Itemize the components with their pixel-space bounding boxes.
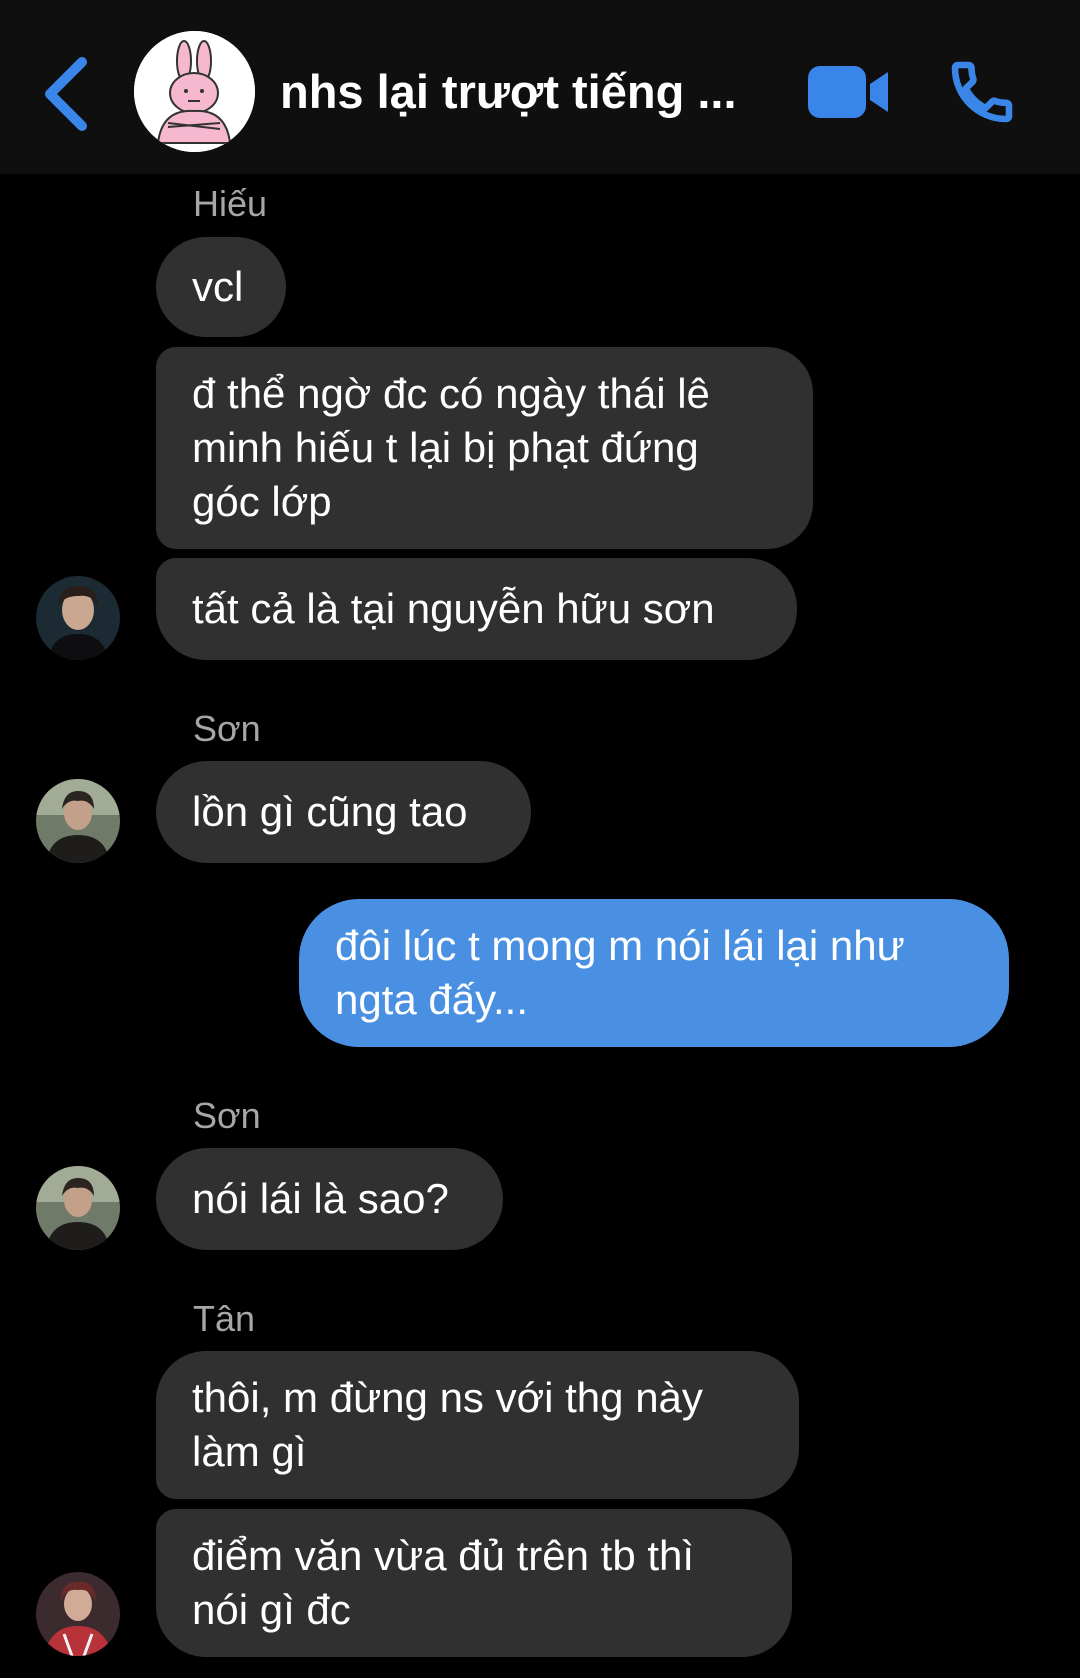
avatar-son[interactable] [36,1166,120,1250]
message-text: thôi, m đừng ns với thg này làm gì [192,1374,703,1475]
message-bubble[interactable]: tất cả là tại nguyễn hữu sơn [156,558,797,660]
sender-name: Sơn [193,1095,261,1136]
message-bubble[interactable]: thôi, m đừng ns với thg này làm gì [156,1351,799,1499]
avatar-son[interactable] [36,779,120,863]
avatar-photo-icon [36,1572,120,1656]
message-bubble[interactable]: nói lái là sao? [156,1148,503,1250]
message-bubble[interactable]: lồn gì cũng tao [156,761,531,863]
message-text: điểm văn vừa đủ trên tb thì nói gì đc [192,1532,695,1633]
chat-title[interactable]: nhs lại trượt tiếng ... [280,64,770,119]
video-camera-icon [808,66,888,118]
chevron-left-icon [45,57,87,131]
rabbit-avatar-icon [134,31,255,152]
message-text: đôi lúc t mong m nói lái lại như ngta đấ… [335,922,905,1023]
group-avatar[interactable] [134,31,255,152]
avatar-photo-icon [36,779,120,863]
avatar-hieu[interactable] [36,576,120,660]
message-bubble[interactable]: điểm văn vừa đủ trên tb thì nói gì đc [156,1509,792,1657]
message-bubble[interactable]: vcl [156,237,286,337]
voice-call-button[interactable] [946,56,1018,128]
sender-name: Sơn [193,708,261,749]
avatar-photo-icon [36,576,120,660]
message-text: đ thể ngờ đc có ngày thái lê minh hiếu t… [192,370,710,525]
message-text: tất cả là tại nguyễn hữu sơn [192,585,715,632]
message-text: lồn gì cũng tao [192,788,468,835]
message-bubble-outgoing[interactable]: đôi lúc t mong m nói lái lại như ngta đấ… [299,899,1009,1047]
avatar-tan[interactable] [36,1572,120,1656]
message-bubble[interactable]: đ thể ngờ đc có ngày thái lê minh hiếu t… [156,347,813,549]
chat-header: nhs lại trượt tiếng ... [0,0,1080,174]
back-button[interactable] [40,54,100,134]
phone-icon [951,61,1013,123]
video-call-button[interactable] [806,62,890,122]
avatar-photo-icon [36,1166,120,1250]
message-text: vcl [192,263,244,310]
sender-name: Tân [193,1298,256,1339]
sender-name: Hiếu [193,183,268,224]
message-text: nói lái là sao? [192,1175,449,1222]
